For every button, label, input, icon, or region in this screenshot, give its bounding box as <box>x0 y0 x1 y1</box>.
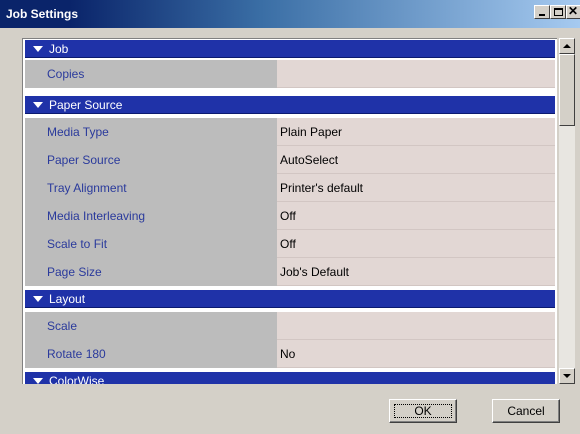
setting-label: Tray Alignment <box>25 174 277 202</box>
setting-row-paper-source[interactable]: Paper Source AutoSelect <box>25 146 555 174</box>
title-bar[interactable]: Job Settings ✕ <box>0 0 580 28</box>
setting-label: Page Size <box>25 258 277 286</box>
triangle-down-icon <box>33 102 43 108</box>
focus-rectangle <box>394 404 452 418</box>
setting-value[interactable]: Off <box>277 202 555 230</box>
setting-value[interactable]: Off <box>277 230 555 258</box>
maximize-button[interactable] <box>550 5 566 19</box>
arrow-up-icon <box>563 44 571 48</box>
section-label: Paper Source <box>49 98 123 112</box>
cancel-button[interactable]: Cancel <box>492 399 560 423</box>
setting-row-scale[interactable]: Scale <box>25 312 555 340</box>
section-label: Layout <box>49 292 86 306</box>
arrow-down-icon <box>563 374 571 378</box>
scrollbar-thumb[interactable] <box>559 54 575 126</box>
setting-value[interactable]: Plain Paper <box>277 118 555 146</box>
setting-label: Scale <box>25 312 277 340</box>
settings-panel: Job Copies Paper Source Media Type Plain… <box>22 38 557 384</box>
section-label: Job <box>49 42 69 56</box>
maximize-icon <box>554 8 563 16</box>
scroll-down-button[interactable] <box>559 368 575 384</box>
setting-value[interactable] <box>277 60 555 88</box>
setting-row-page-size[interactable]: Page Size Job's Default <box>25 258 555 286</box>
setting-label: Media Type <box>25 118 277 146</box>
cancel-label: Cancel <box>507 404 545 418</box>
setting-value[interactable]: AutoSelect <box>277 146 555 174</box>
section-header-paper-source[interactable]: Paper Source <box>25 96 555 114</box>
triangle-down-icon <box>33 296 43 302</box>
vertical-scrollbar[interactable] <box>559 38 575 384</box>
triangle-down-icon <box>33 378 43 384</box>
setting-label: Media Interleaving <box>25 202 277 230</box>
ok-button[interactable]: OK <box>389 399 457 423</box>
setting-value[interactable]: Printer's default <box>277 174 555 202</box>
setting-label: Scale to Fit <box>25 230 277 258</box>
section-header-colorwise[interactable]: ColorWise <box>25 372 555 384</box>
setting-row-rotate-180[interactable]: Rotate 180 No <box>25 340 555 368</box>
setting-label: Copies <box>25 60 277 88</box>
setting-label: Paper Source <box>25 146 277 174</box>
close-button[interactable]: ✕ <box>566 5 580 19</box>
setting-value[interactable]: Job's Default <box>277 258 555 286</box>
setting-row-scale-to-fit[interactable]: Scale to Fit Off <box>25 230 555 258</box>
section-header-job[interactable]: Job <box>25 40 555 58</box>
setting-row-media-interleaving[interactable]: Media Interleaving Off <box>25 202 555 230</box>
minimize-button[interactable] <box>534 5 550 19</box>
setting-row-media-type[interactable]: Media Type Plain Paper <box>25 118 555 146</box>
window-title: Job Settings <box>6 7 79 21</box>
setting-row-tray-alignment[interactable]: Tray Alignment Printer's default <box>25 174 555 202</box>
setting-value[interactable]: No <box>277 340 555 368</box>
setting-label: Rotate 180 <box>25 340 277 368</box>
job-settings-window: Job Settings ✕ Job Copies Paper Source M… <box>0 0 580 434</box>
minimize-icon <box>539 14 545 16</box>
scroll-up-button[interactable] <box>559 38 575 54</box>
section-header-layout[interactable]: Layout <box>25 290 555 308</box>
setting-value[interactable] <box>277 312 555 340</box>
setting-row-copies[interactable]: Copies <box>25 60 555 88</box>
section-label: ColorWise <box>49 374 105 384</box>
close-icon: ✕ <box>568 4 579 18</box>
triangle-down-icon <box>33 46 43 52</box>
